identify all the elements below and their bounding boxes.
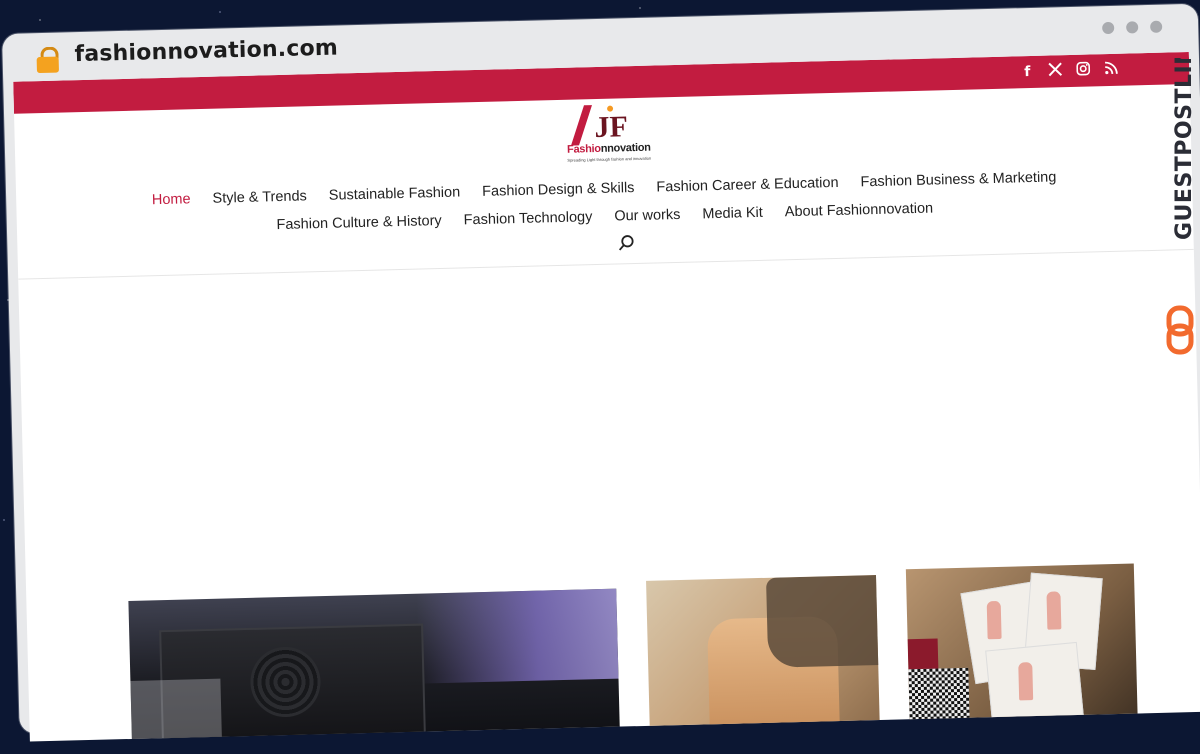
main-navigation: Home Style & Trends Sustainable Fashion …	[16, 160, 1193, 246]
guestpostlinks-watermark: GUESTPOSTLINKS	[1166, 12, 1197, 358]
lock-icon	[36, 46, 61, 74]
nav-item-about[interactable]: About Fashionnovation	[784, 194, 934, 226]
logo-tagline: Spreading Light through fashion and inno…	[567, 155, 652, 163]
nav-item-fashion-business-marketing[interactable]: Fashion Business & Marketing	[860, 163, 1056, 196]
facebook-icon[interactable]: f	[1019, 64, 1035, 80]
address-bar-url[interactable]: fashionnovation.com	[74, 36, 338, 68]
chain-link-icon	[1166, 305, 1194, 355]
window-controls	[1102, 20, 1163, 35]
nav-item-fashion-culture-history[interactable]: Fashion Culture & History	[276, 207, 442, 239]
watermark-text: GUESTPOSTLINKS	[1172, 58, 1196, 240]
post-image-fashion-sketches[interactable]	[905, 563, 1138, 735]
browser-window: fashionnovation.com f JF Fashionnovation…	[2, 3, 1200, 754]
instagram-icon[interactable]	[1075, 61, 1091, 79]
page-viewport: f JF Fashionnovation Spreading Light thr…	[13, 51, 1200, 742]
nav-item-fashion-design-skills[interactable]: Fashion Design & Skills	[482, 174, 635, 206]
post-image-3d-printer[interactable]	[128, 588, 621, 742]
site-logo[interactable]: JF Fashionnovation Spreading Light throu…	[566, 100, 651, 172]
logo-word-part1: Fashio	[566, 142, 601, 156]
nav-item-style-trends[interactable]: Style & Trends	[212, 182, 307, 212]
rss-icon[interactable]	[1103, 61, 1119, 79]
logo-word-part2: nnovation	[600, 141, 651, 155]
nav-item-home[interactable]: Home	[152, 185, 191, 214]
svg-text:JF: JF	[594, 110, 628, 144]
social-links: f	[1019, 61, 1119, 82]
window-dot-icon[interactable]	[1102, 21, 1115, 35]
browser-frame: fashionnovation.com f JF Fashionnovation…	[2, 3, 1200, 742]
post-image-leather-bag[interactable]	[646, 575, 881, 741]
header-divider	[18, 248, 1194, 280]
nav-item-our-works[interactable]: Our works	[614, 201, 681, 231]
nav-item-media-kit[interactable]: Media Kit	[702, 199, 763, 229]
logo-mark-icon: JF	[571, 105, 628, 146]
search-icon[interactable]	[617, 234, 635, 252]
window-dot-icon[interactable]	[1150, 20, 1163, 33]
x-twitter-icon[interactable]	[1047, 62, 1063, 80]
logo-wordmark: Fashionnovation	[567, 142, 651, 156]
window-dot-icon[interactable]	[1126, 21, 1139, 34]
nav-item-fashion-technology[interactable]: Fashion Technology	[463, 203, 592, 234]
nav-item-sustainable-fashion[interactable]: Sustainable Fashion	[328, 178, 461, 209]
